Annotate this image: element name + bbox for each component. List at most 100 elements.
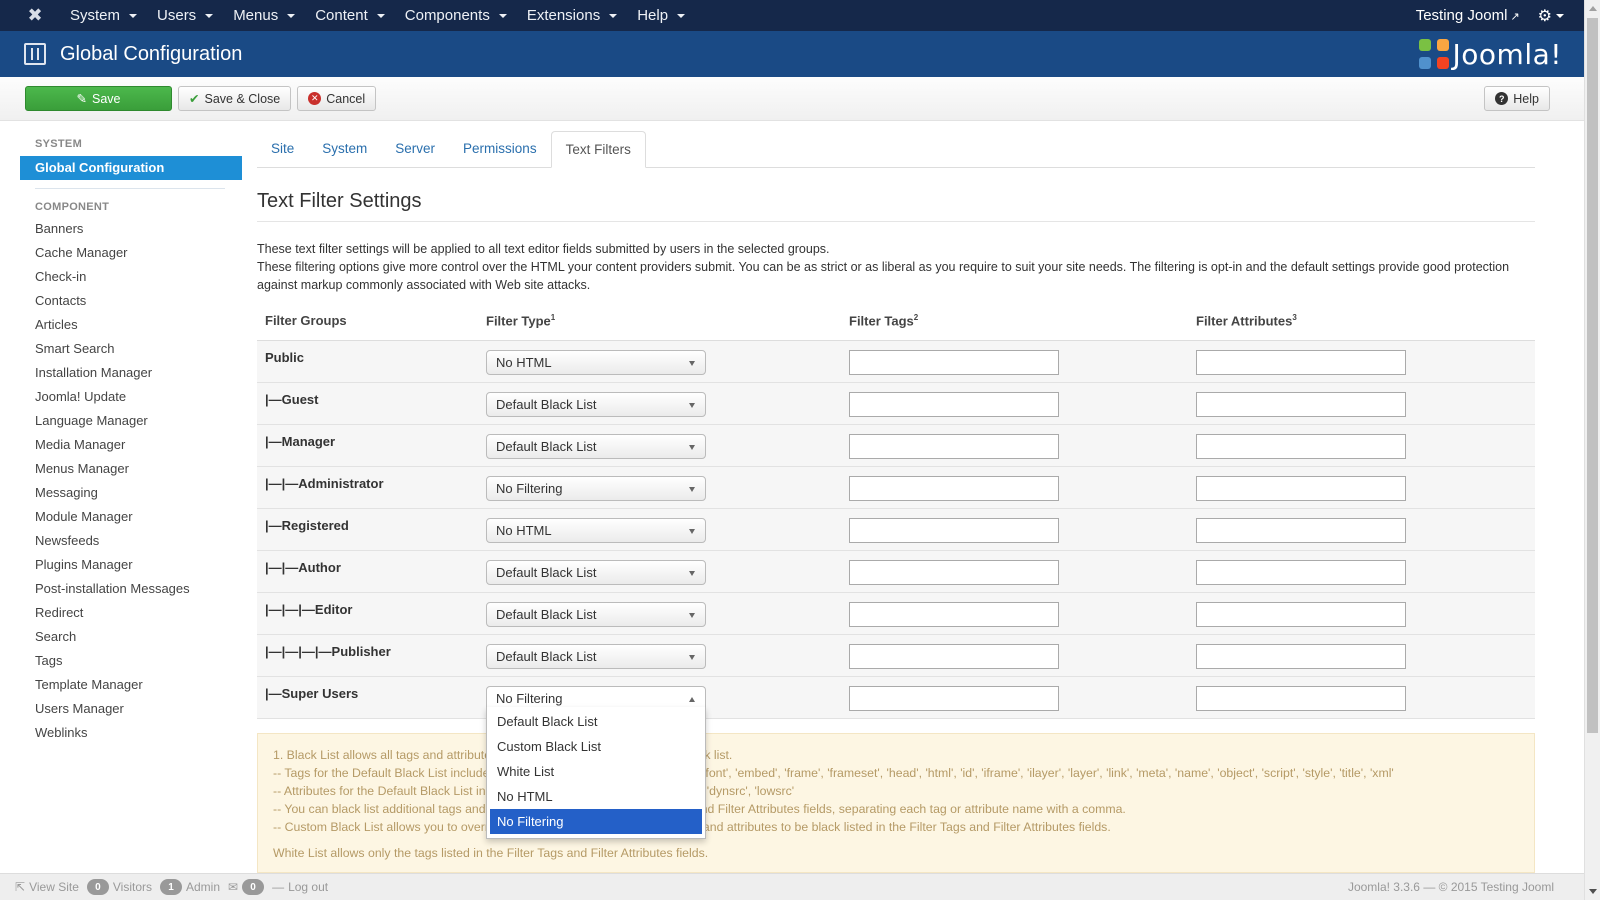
filter-tags-input[interactable] xyxy=(849,433,1059,459)
menu-label: System xyxy=(70,7,121,24)
sidebar-item[interactable]: Joomla! Update xyxy=(20,385,242,409)
tab-system[interactable]: System xyxy=(308,131,381,167)
filter-type-select[interactable]: No Filtering xyxy=(486,475,706,501)
scroll-down-icon[interactable] xyxy=(1589,889,1597,894)
sidebar-item[interactable]: Search xyxy=(20,625,242,649)
sidebar-item[interactable]: Template Manager xyxy=(20,673,242,697)
filter-tags-input[interactable] xyxy=(849,517,1059,543)
table-row: Public No HTML xyxy=(257,340,1535,383)
sidebar-item[interactable]: Users Manager xyxy=(20,697,242,721)
filter-tags-input[interactable] xyxy=(849,391,1059,417)
filter-tags-input[interactable] xyxy=(849,559,1059,585)
sidebar-item[interactable]: Banners xyxy=(20,217,242,241)
group-cell: |—Guest xyxy=(257,382,478,425)
save-close-button[interactable]: ✔ Save & Close xyxy=(178,86,292,111)
messages-link[interactable]: ✉ 0 xyxy=(228,879,265,895)
site-link[interactable]: Testing Jooml ↗ xyxy=(1416,7,1520,24)
filter-type-cell: Default Black List xyxy=(478,382,841,425)
tab-site[interactable]: Site xyxy=(257,131,308,167)
filter-tags-input[interactable] xyxy=(849,349,1059,375)
caret-down-icon xyxy=(498,13,507,18)
filter-type-select[interactable]: Default Black List xyxy=(486,433,706,459)
filter-type-select[interactable]: Default Black List xyxy=(486,391,706,417)
sidebar-item[interactable]: Media Manager xyxy=(20,433,242,457)
sidebar-item[interactable]: Newsfeeds xyxy=(20,529,242,553)
menu-extensions[interactable]: Extensions xyxy=(517,7,627,24)
filter-attributes-input[interactable] xyxy=(1196,559,1406,585)
caret-down-icon xyxy=(677,13,686,18)
cancel-label: Cancel xyxy=(326,91,366,106)
sidebar-item[interactable]: Menus Manager xyxy=(20,457,242,481)
filter-type-select[interactable]: Default Black List xyxy=(486,643,706,669)
filter-attributes-input[interactable] xyxy=(1196,643,1406,669)
filter-type-select[interactable]: No HTML xyxy=(486,349,706,375)
filter-attributes-input[interactable] xyxy=(1196,475,1406,501)
sidebar-item[interactable]: Messaging xyxy=(20,481,242,505)
filter-tags-input[interactable] xyxy=(849,601,1059,627)
dropdown-option[interactable]: White List xyxy=(490,759,702,784)
sidebar-item-global-configuration[interactable]: Global Configuration xyxy=(20,156,242,180)
toolbar: ✎ Save ✔ Save & Close ✕ Cancel ? Help xyxy=(0,77,1584,121)
sidebar-item[interactable]: Installation Manager xyxy=(20,361,242,385)
joomla-icon[interactable]: ✖ xyxy=(20,5,50,26)
sidebar-item[interactable]: Module Manager xyxy=(20,505,242,529)
tab-permissions[interactable]: Permissions xyxy=(449,131,551,167)
sidebar-item[interactable]: Plugins Manager xyxy=(20,553,242,577)
dropdown-option[interactable]: Default Black List xyxy=(490,709,702,734)
sidebar-item[interactable]: Post-installation Messages xyxy=(20,577,242,601)
dropdown-option[interactable]: No Filtering xyxy=(490,809,702,834)
check-icon: ✔ xyxy=(189,92,200,106)
menu-system[interactable]: System xyxy=(60,7,147,24)
filter-tags-cell xyxy=(841,634,1188,677)
menu-menus[interactable]: Menus xyxy=(223,7,305,24)
sidebar-item[interactable]: Smart Search xyxy=(20,337,242,361)
sidebar-item[interactable]: Tags xyxy=(20,649,242,673)
filter-type-select[interactable]: Default Black List xyxy=(486,559,706,585)
dropdown-option[interactable]: No HTML xyxy=(490,784,702,809)
scrollbar-thumb[interactable] xyxy=(1587,18,1598,733)
page-scrollbar[interactable] xyxy=(1584,0,1600,900)
filter-tags-input[interactable] xyxy=(849,643,1059,669)
selected-value: No HTML xyxy=(496,354,552,370)
filter-type-select[interactable]: No HTML xyxy=(486,517,706,543)
sidebar-item[interactable]: Language Manager xyxy=(20,409,242,433)
menu-components[interactable]: Components xyxy=(395,7,517,24)
filter-attributes-input[interactable] xyxy=(1196,517,1406,543)
logout-link[interactable]: — Log out xyxy=(272,880,328,894)
filter-tags-input[interactable] xyxy=(849,685,1059,711)
save-button[interactable]: ✎ Save xyxy=(25,86,172,111)
header-filter-type: Filter Type1 xyxy=(478,302,841,341)
group-name: |—Guest xyxy=(265,391,319,407)
filter-tags-cell xyxy=(841,550,1188,593)
filter-attributes-input[interactable] xyxy=(1196,685,1406,711)
sidebar-item[interactable]: Weblinks xyxy=(20,721,242,745)
sidebar-item[interactable]: Contacts xyxy=(20,289,242,313)
admin-label: Admin xyxy=(186,880,221,894)
caret-down-icon xyxy=(129,13,138,18)
filter-tags-cell xyxy=(841,382,1188,425)
table-header-row: Filter Groups Filter Type1 Filter Tags2 … xyxy=(257,302,1535,341)
help-button[interactable]: ? Help xyxy=(1484,86,1550,111)
settings-menu[interactable]: ⚙ xyxy=(1538,6,1564,26)
menu-content[interactable]: Content xyxy=(305,7,395,24)
menu-users[interactable]: Users xyxy=(147,7,223,24)
filter-attributes-input[interactable] xyxy=(1196,391,1406,417)
filter-type-select[interactable]: Default Black List xyxy=(486,601,706,627)
tab-server[interactable]: Server xyxy=(381,131,449,167)
sidebar-item[interactable]: Redirect xyxy=(20,601,242,625)
filter-type-cell: Default Black List xyxy=(478,592,841,635)
filter-attributes-input[interactable] xyxy=(1196,433,1406,459)
cancel-button[interactable]: ✕ Cancel xyxy=(297,86,377,111)
scroll-up-icon[interactable] xyxy=(1589,6,1597,11)
sidebar-item[interactable]: Articles xyxy=(20,313,242,337)
filter-attributes-input[interactable] xyxy=(1196,349,1406,375)
filter-attributes-input[interactable] xyxy=(1196,601,1406,627)
filter-tags-input[interactable] xyxy=(849,475,1059,501)
menu-help[interactable]: Help xyxy=(627,7,695,24)
sidebar-item[interactable]: Cache Manager xyxy=(20,241,242,265)
sidebar-item[interactable]: Check-in xyxy=(20,265,242,289)
filter-attributes-cell xyxy=(1188,676,1535,719)
dropdown-option[interactable]: Custom Black List xyxy=(490,734,702,759)
view-site-link[interactable]: ⇱ View Site xyxy=(15,880,79,894)
tab-text-filters[interactable]: Text Filters xyxy=(550,131,646,168)
